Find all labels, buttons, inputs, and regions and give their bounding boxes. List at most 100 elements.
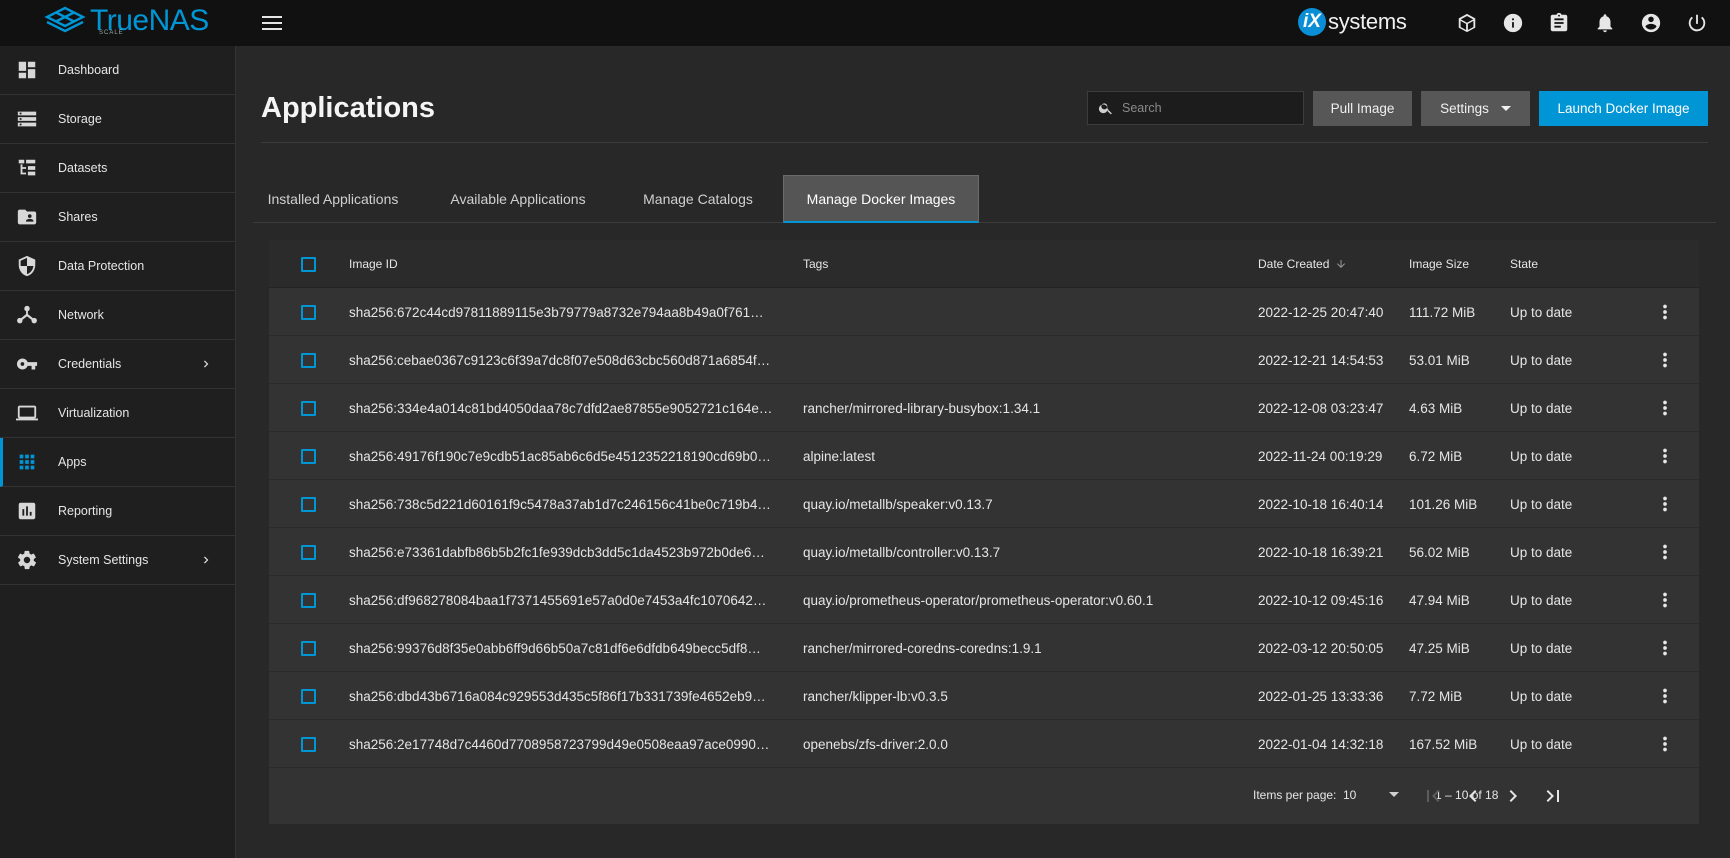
- sidebar-item-reporting[interactable]: Reporting: [0, 487, 235, 536]
- page-size-select[interactable]: 10: [1343, 782, 1403, 808]
- sidebar-item-data-protection[interactable]: Data Protection: [0, 242, 235, 291]
- network-icon: [16, 304, 38, 326]
- cell-image-id: sha256:cebae0367c9123c6f39a7dc8f07e508d6…: [349, 336, 789, 384]
- cell-tags: quay.io/metallb/controller:v0.13.7: [803, 544, 1001, 560]
- table-row[interactable]: sha256:2e17748d7c4460d7708958723799d49e0…: [269, 720, 1699, 768]
- row-actions-button[interactable]: [1653, 396, 1677, 420]
- more-vert-icon: [1663, 448, 1667, 464]
- column-header-tags[interactable]: Tags: [803, 240, 1243, 288]
- sidebar-item-label: System Settings: [58, 553, 149, 567]
- cell-image-id: sha256:334e4a014c81bd4050daa78c7dfd2ae87…: [349, 384, 789, 432]
- row-checkbox[interactable]: [301, 449, 316, 464]
- column-header-image-id[interactable]: Image ID: [349, 240, 789, 288]
- top-bar: TrueNAS SCALE iX systems: [0, 0, 1730, 46]
- items-per-page-label: Items per page:: [1253, 788, 1337, 802]
- tab-available-applications[interactable]: Available Applications: [437, 175, 599, 223]
- row-actions-button[interactable]: [1653, 588, 1677, 612]
- more-vert-icon: [1663, 304, 1667, 320]
- cell-image-id: sha256:e73361dabfb86b5b2fc1fe939dcb3dd5c…: [349, 528, 789, 576]
- select-all-checkbox[interactable]: [301, 257, 316, 272]
- sidebar-item-network[interactable]: Network: [0, 291, 235, 340]
- row-actions-button[interactable]: [1653, 684, 1677, 708]
- sidebar-item-dashboard[interactable]: Dashboard: [0, 46, 235, 95]
- account-icon[interactable]: [1639, 11, 1663, 35]
- table-row[interactable]: sha256:334e4a014c81bd4050daa78c7dfd2ae87…: [269, 384, 1699, 432]
- table-row[interactable]: sha256:672c44cd97811889115e3b79779a8732e…: [269, 288, 1699, 336]
- table-row[interactable]: sha256:df968278084baa1f7371455691e57a0d0…: [269, 576, 1699, 624]
- column-header-state[interactable]: State: [1510, 240, 1630, 288]
- table-row[interactable]: sha256:e73361dabfb86b5b2fc1fe939dcb3dd5c…: [269, 528, 1699, 576]
- row-checkbox[interactable]: [301, 689, 316, 704]
- menu-toggle-icon[interactable]: [262, 12, 284, 34]
- table-row[interactable]: sha256:738c5d221d60161f9c5478a37ab1d7c24…: [269, 480, 1699, 528]
- previous-page-button[interactable]: [1459, 782, 1487, 810]
- search-input[interactable]: [1122, 101, 1292, 115]
- table-row[interactable]: sha256:49176f190c7e9cdb51ac85ab6c6d5e451…: [269, 432, 1699, 480]
- column-header-date-created[interactable]: Date Created: [1258, 240, 1408, 288]
- table-row[interactable]: sha256:dbd43b6716a084c929553d435c5f86f17…: [269, 672, 1699, 720]
- row-actions-button[interactable]: [1653, 300, 1677, 324]
- tab-manage-docker-images[interactable]: Manage Docker Images: [783, 175, 979, 223]
- sidebar-item-shares[interactable]: Shares: [0, 193, 235, 242]
- table-row[interactable]: sha256:99376d8f35e0abb6ff9d66b50a7c81df6…: [269, 624, 1699, 672]
- sidebar-item-storage[interactable]: Storage: [0, 95, 235, 144]
- sidebar-item-system-settings[interactable]: System Settings: [0, 536, 235, 585]
- key-icon: [16, 353, 38, 375]
- cell-date-created: 2022-11-24 00:19:29: [1258, 448, 1383, 464]
- launch-docker-image-button[interactable]: Launch Docker Image: [1539, 91, 1708, 126]
- truenas-logo[interactable]: TrueNAS: [44, 6, 209, 36]
- power-icon[interactable]: [1685, 11, 1709, 35]
- ixsystems-logo[interactable]: iX systems: [1298, 8, 1407, 36]
- cell-image-size: 7.72 MiB: [1409, 688, 1463, 704]
- row-checkbox[interactable]: [301, 737, 316, 752]
- sidebar-item-credentials[interactable]: Credentials: [0, 340, 235, 389]
- settings-button[interactable]: Settings: [1421, 91, 1530, 126]
- row-checkbox[interactable]: [301, 641, 316, 656]
- row-actions-button[interactable]: [1653, 732, 1677, 756]
- first-page-button[interactable]: [1419, 782, 1447, 810]
- page-title: Applications: [261, 92, 436, 124]
- sidebar-item-datasets[interactable]: Datasets: [0, 144, 235, 193]
- truecommand-icon[interactable]: [1455, 11, 1479, 35]
- image-id-text: sha256:dbd43b6716a084c929553d435c5f86f17…: [349, 688, 766, 704]
- truenas-mark-icon: [44, 6, 86, 33]
- row-actions-button[interactable]: [1653, 636, 1677, 660]
- sidebar-item-label: Network: [58, 308, 104, 322]
- table-row[interactable]: sha256:cebae0367c9123c6f39a7dc8f07e508d6…: [269, 336, 1699, 384]
- row-actions-button[interactable]: [1653, 492, 1677, 516]
- column-header-image-size[interactable]: Image Size: [1409, 240, 1509, 288]
- more-vert-icon: [1663, 592, 1667, 608]
- tab-installed-applications[interactable]: Installed Applications: [253, 175, 413, 223]
- row-actions-button[interactable]: [1653, 540, 1677, 564]
- row-checkbox[interactable]: [301, 545, 316, 560]
- sidebar-item-virtualization[interactable]: Virtualization: [0, 389, 235, 438]
- row-checkbox[interactable]: [301, 593, 316, 608]
- row-checkbox[interactable]: [301, 497, 316, 512]
- tab-manage-catalogs[interactable]: Manage Catalogs: [627, 175, 769, 223]
- chevron-left-icon: [1469, 790, 1477, 802]
- row-actions-button[interactable]: [1653, 348, 1677, 372]
- cell-date-created: 2022-12-21 14:54:53: [1258, 352, 1384, 368]
- row-checkbox[interactable]: [301, 401, 316, 416]
- info-icon[interactable]: [1501, 11, 1525, 35]
- chevron-right-icon: [199, 357, 213, 371]
- pull-image-button[interactable]: Pull Image: [1313, 91, 1412, 126]
- bell-icon[interactable]: [1593, 11, 1617, 35]
- search-box[interactable]: [1087, 91, 1304, 125]
- row-actions-button[interactable]: [1653, 444, 1677, 468]
- cell-image-size: 4.63 MiB: [1409, 400, 1463, 416]
- dashboard-icon: [16, 59, 38, 81]
- sidebar-item-apps[interactable]: Apps: [0, 438, 235, 487]
- image-id-text: sha256:e73361dabfb86b5b2fc1fe939dcb3dd5c…: [349, 544, 765, 560]
- cell-date-created: 2022-10-12 09:45:16: [1258, 592, 1384, 608]
- more-vert-icon: [1663, 544, 1667, 560]
- more-vert-icon: [1663, 688, 1667, 704]
- next-page-button[interactable]: [1499, 782, 1527, 810]
- clipboard-icon[interactable]: [1547, 11, 1571, 35]
- top-icons: [1444, 0, 1720, 46]
- storage-icon: [16, 108, 38, 130]
- chart-icon: [16, 500, 38, 522]
- row-checkbox[interactable]: [301, 353, 316, 368]
- last-page-button[interactable]: [1539, 782, 1567, 810]
- row-checkbox[interactable]: [301, 305, 316, 320]
